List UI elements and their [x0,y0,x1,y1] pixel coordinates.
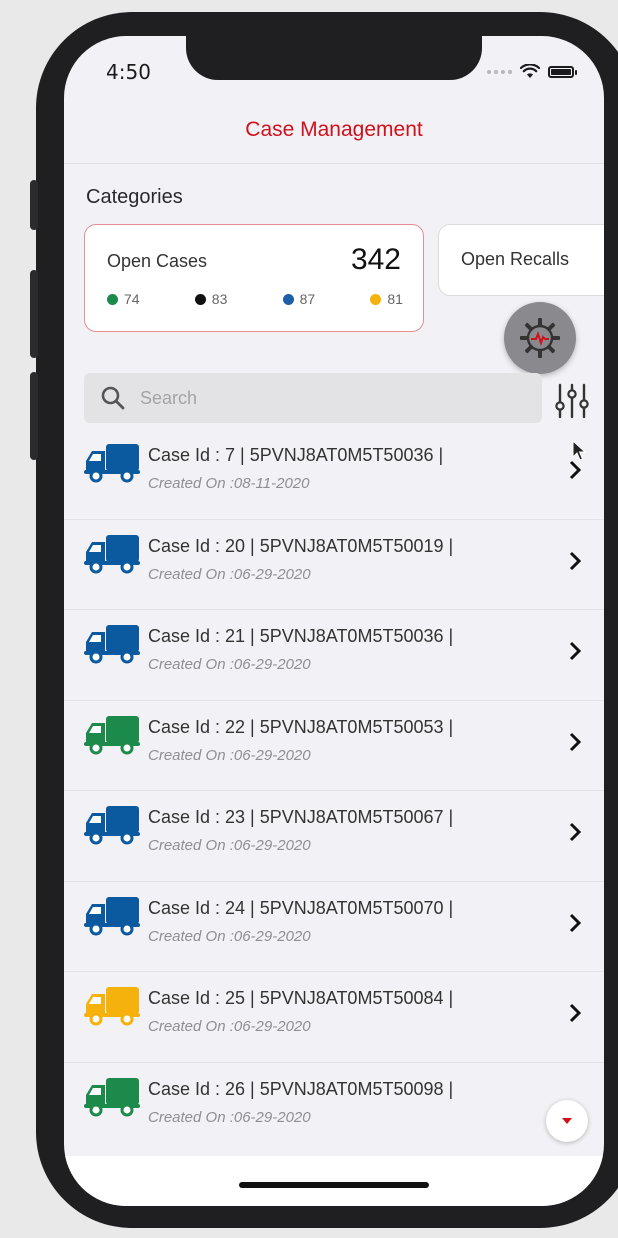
open-cases-count: 342 [350,243,401,276]
truck-icon [84,625,140,664]
case-title: Case Id : 22 | 5PVNJ8AT0M5T50053 | [148,716,454,737]
status-dots-row: 74 83 87 81 [107,291,403,307]
case-list-item[interactable]: Case Id : 22 | 5PVNJ8AT0M5T50053 | Creat… [64,701,604,791]
case-title: Case Id : 20 | 5PVNJ8AT0M5T50019 | [148,535,454,556]
truck-icon [84,715,140,754]
green-dot-icon [107,293,118,305]
search-icon [101,386,125,410]
open-recalls-card[interactable]: Open Recalls [438,224,604,296]
side-button-volume-down [30,372,38,460]
chevron-right-icon [569,1003,582,1023]
signal-icon [487,69,512,74]
page-title: Case Management [245,118,423,141]
status-dot-count: 81 [387,291,403,307]
open-recalls-label: Open Recalls [461,249,570,269]
status-dot-yellow: 81 [370,291,403,307]
categories-title: Categories [86,186,183,208]
truck-icon [84,534,140,573]
battery-icon [548,65,577,78]
chevron-right-icon [569,460,582,480]
home-indicator [239,1182,429,1188]
case-list-item[interactable]: Case Id : 7 | 5PVNJ8AT0M5T50036 | Create… [64,429,604,520]
scroll-down-button[interactable] [546,1100,588,1142]
screen: 4:50 Case Management Categories Open Cas… [64,36,604,1206]
side-button-mute [30,180,38,230]
yellow-dot-icon [370,293,382,305]
case-created-date: Created On :06-29-2020 [148,927,311,945]
notch [186,36,482,80]
status-time: 4:50 [106,60,151,84]
case-created-date: Created On :06-29-2020 [148,837,311,854]
status-dot-count: 87 [299,291,316,307]
gear-icon [520,318,560,358]
case-list-item[interactable]: Case Id : 24 | 5PVNJ8AT0M5T50070 | Creat… [64,882,604,972]
wifi-icon [520,64,540,78]
truck-icon [84,896,140,935]
status-dot-blue: 87 [282,291,316,307]
case-title: Case Id : 21 | 5PVNJ8AT0M5T50036 | [148,626,454,646]
bottom-safe-area [64,1156,604,1206]
case-title: Case Id : 23 | 5PVNJ8AT0M5T50067 | [148,807,454,827]
case-title: Case Id : 24 | 5PVNJ8AT0M5T50070 | [148,897,454,918]
status-icons [487,64,577,79]
search-input[interactable] [140,387,520,409]
chevron-right-icon [569,641,582,661]
nav-bar: Case Management [64,96,604,164]
gear-fab-button[interactable] [504,302,576,374]
chevron-right-icon [569,551,582,570]
case-list: Case Id : 7 | 5PVNJ8AT0M5T50036 | Create… [64,429,604,1153]
status-dot-count: 74 [124,291,140,307]
case-created-date: Created On :08-11-2020 [148,475,310,492]
case-list-item[interactable]: Case Id : 26 | 5PVNJ8AT0M5T50098 | Creat… [64,1063,604,1154]
case-created-date: Created On :06-29-2020 [148,746,311,764]
case-list-item[interactable]: Case Id : 25 | 5PVNJ8AT0M5T50084 | Creat… [64,972,604,1063]
truck-icon [84,806,140,845]
chevron-down-icon [562,1118,572,1124]
case-list-item[interactable]: Case Id : 21 | 5PVNJ8AT0M5T50036 | Creat… [64,610,604,701]
truck-icon [84,987,140,1026]
truck-icon [84,444,140,483]
chevron-right-icon [569,913,582,932]
case-created-date: Created On :06-29-2020 [148,1018,311,1035]
blue-dot-icon [282,293,294,305]
case-created-date: Created On :06-29-2020 [148,656,311,673]
case-list-item[interactable]: Case Id : 20 | 5PVNJ8AT0M5T50019 | Creat… [64,520,604,610]
open-cases-card[interactable]: Open Cases 342 74 83 87 81 [84,224,424,332]
case-created-date: Created On :06-29-2020 [148,1108,311,1126]
case-title: Case Id : 7 | 5PVNJ8AT0M5T50036 | [148,445,444,465]
search-bar [84,373,542,423]
chevron-right-icon [569,822,582,842]
case-created-date: Created On :06-29-2020 [148,565,311,583]
truck-icon [84,1077,140,1116]
case-title: Case Id : 25 | 5PVNJ8AT0M5T50084 | [148,988,454,1008]
status-dot-count: 83 [211,291,228,307]
open-cases-label: Open Cases [107,251,208,271]
status-dot-black: 83 [194,291,228,307]
status-dot-green: 74 [107,291,140,307]
chevron-right-icon [569,732,582,751]
black-dot-icon [194,293,206,305]
side-button-volume-up [30,270,38,358]
sliders-icon[interactable] [554,382,590,420]
case-list-item[interactable]: Case Id : 23 | 5PVNJ8AT0M5T50067 | Creat… [64,791,604,882]
case-title: Case Id : 26 | 5PVNJ8AT0M5T50098 | [148,1078,454,1099]
